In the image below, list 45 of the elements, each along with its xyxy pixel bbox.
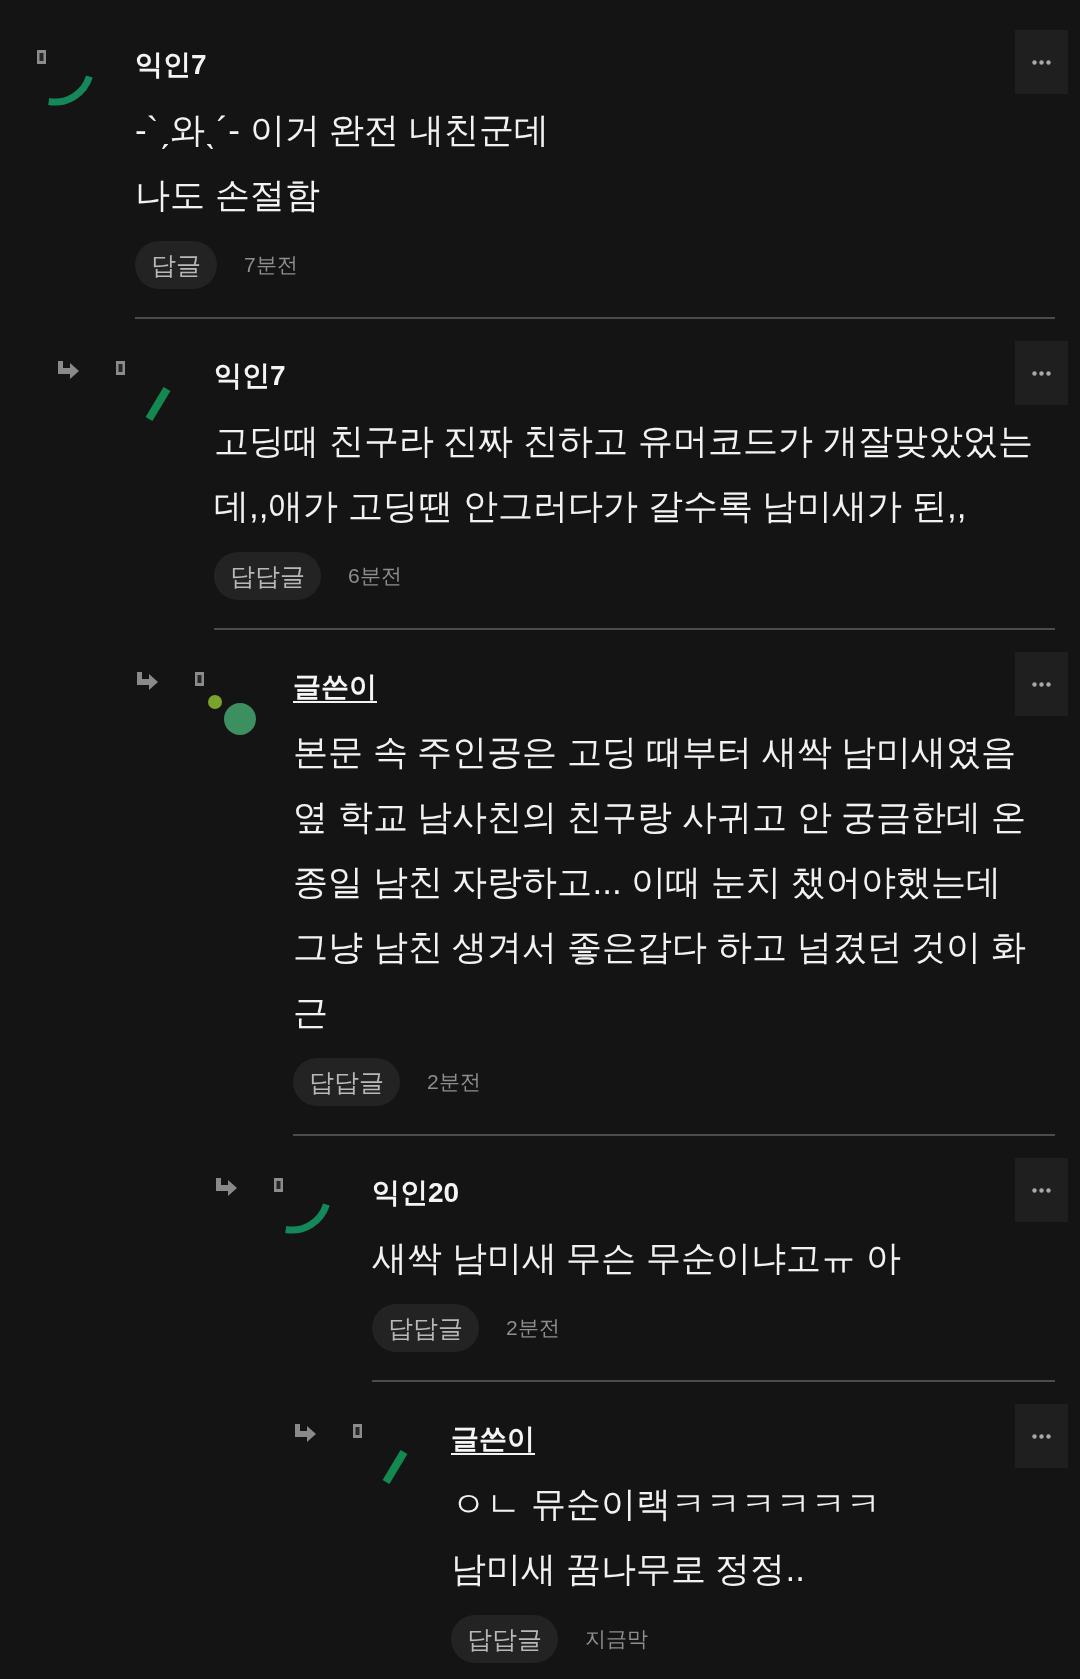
comment-text: ㅇㄴ 뮤순이랙ㅋㅋㅋㅋㅋㅋ 남미새 꿈나무로 정정.. xyxy=(451,1483,882,1590)
dot-icon xyxy=(208,695,222,709)
more-button[interactable] xyxy=(1015,1158,1068,1222)
ellipsis-icon xyxy=(1032,59,1051,65)
ellipsis-icon xyxy=(1032,1433,1051,1439)
timestamp: 7분전 xyxy=(244,252,298,279)
username: 글쓴이 xyxy=(293,672,377,702)
comment-text: -`ˏ와ˎ´- 이거 완전 내친군데 나도 손절함 xyxy=(135,109,551,216)
reply-button[interactable]: 답답글 xyxy=(451,1615,558,1663)
ellipsis-icon xyxy=(1032,370,1051,376)
timestamp: 2분전 xyxy=(506,1315,560,1342)
more-button[interactable] xyxy=(1015,30,1068,94)
rectangle-icon xyxy=(195,672,204,686)
slanted-bar-icon xyxy=(145,386,171,422)
comment-text: 새싹 남미새 무슨 무순이냐고ㅠ 아 xyxy=(372,1237,902,1279)
username: 글쓴이 xyxy=(451,1424,535,1454)
rectangle-icon xyxy=(116,361,125,375)
comment-text: 고딩때 친구라 진짜 친하고 유머코드가 개잘맞았었는 데,,애가 고딩땐 안그러다가 갈수록 남미새가 된,, xyxy=(214,420,1034,527)
username: 익인20 xyxy=(372,1178,460,1208)
ellipsis-icon xyxy=(1032,1187,1051,1193)
arc-icon xyxy=(285,1203,331,1234)
username: 익인7 xyxy=(214,361,286,391)
bent-arrow-icon xyxy=(58,361,79,379)
circle-icon xyxy=(224,703,256,735)
comment-text: 본문 속 주인공은 고딩 때부터 새싹 남미새였음 옆 학교 남사친의 친구랑 사귀고 안 궁금한데 온 종일 남친 자랑하고... 이때 눈치 챘어야했는데 그냥 남친 생겨서 좋은갑다 하고 넘겼던 것이 화 근 xyxy=(293,731,1028,1033)
more-button[interactable] xyxy=(1015,341,1068,405)
slanted-bar-icon xyxy=(382,1449,408,1485)
bent-arrow-icon xyxy=(216,1178,237,1196)
ellipsis-icon xyxy=(1032,681,1051,687)
more-button[interactable] xyxy=(1015,1404,1068,1468)
rectangle-icon xyxy=(274,1178,283,1192)
timestamp: 지금막 xyxy=(585,1626,648,1653)
more-button[interactable] xyxy=(1015,652,1068,716)
bent-arrow-icon xyxy=(137,672,158,690)
timestamp: 2분전 xyxy=(427,1069,481,1096)
reply-button[interactable]: 답답글 xyxy=(372,1304,479,1352)
rectangle-icon xyxy=(353,1424,362,1438)
reply-button[interactable]: 답답글 xyxy=(214,552,321,600)
username: 익인7 xyxy=(135,50,207,80)
arc-icon xyxy=(48,75,94,106)
rectangle-icon xyxy=(37,50,46,64)
timestamp: 6분전 xyxy=(348,563,402,590)
reply-button[interactable]: 답답글 xyxy=(293,1058,400,1106)
reply-button[interactable]: 답글 xyxy=(135,241,217,289)
bent-arrow-icon xyxy=(295,1424,316,1442)
